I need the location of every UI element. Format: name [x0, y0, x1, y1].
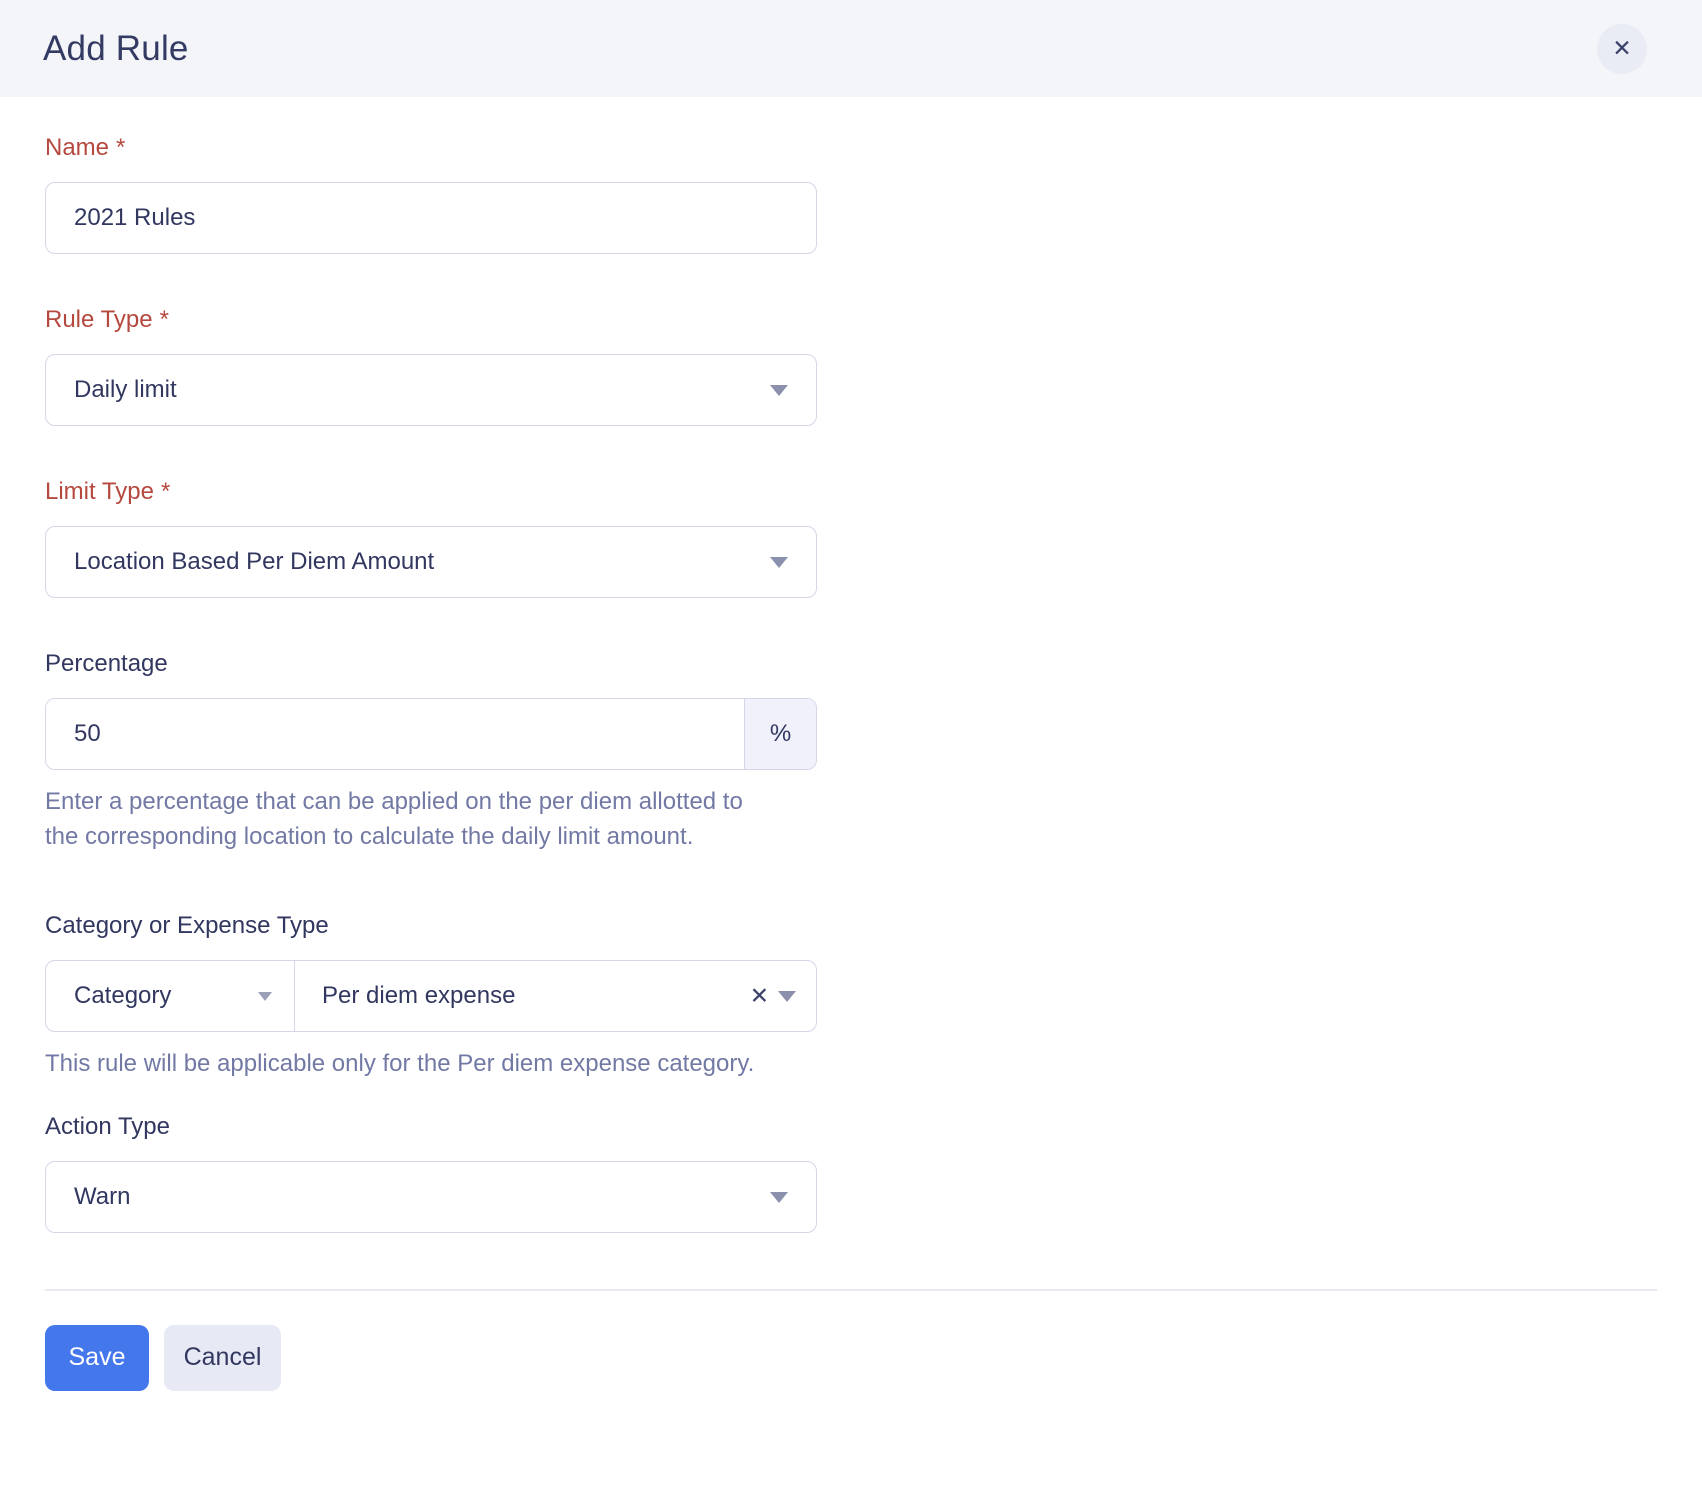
chevron-down-icon	[770, 1192, 788, 1203]
percentage-label: Percentage	[45, 648, 1657, 680]
limit-type-label: Limit Type*	[45, 476, 1657, 508]
chevron-down-icon	[258, 992, 272, 1001]
action-type-select[interactable]: Warn	[45, 1161, 817, 1233]
percentage-input-wrap: %	[45, 698, 817, 770]
rule-type-label: Rule Type*	[45, 304, 1657, 336]
percentage-input[interactable]	[46, 699, 744, 769]
category-type-select[interactable]: Category	[46, 961, 295, 1031]
action-type-field-group: Action Type Warn	[45, 1111, 1657, 1233]
save-button[interactable]: Save	[45, 1325, 149, 1391]
limit-type-selected-value: Location Based Per Diem Amount	[74, 548, 434, 576]
chevron-down-icon	[770, 385, 788, 396]
limit-type-field-group: Limit Type* Location Based Per Diem Amou…	[45, 476, 1657, 598]
required-asterisk: *	[160, 306, 169, 333]
close-button[interactable]: ✕	[1597, 24, 1647, 74]
category-help-text: This rule will be applicable only for th…	[45, 1046, 780, 1081]
category-label: Category or Expense Type	[45, 910, 1657, 942]
close-icon: ✕	[1612, 37, 1631, 60]
required-asterisk: *	[161, 478, 170, 505]
chevron-down-icon	[778, 991, 796, 1002]
footer-divider	[45, 1289, 1657, 1291]
dialog-header: Add Rule ✕	[0, 0, 1702, 97]
cancel-button[interactable]: Cancel	[164, 1325, 281, 1391]
category-combo: Category Per diem expense ✕	[45, 960, 817, 1032]
page-title: Add Rule	[43, 29, 189, 69]
name-field-group: Name*	[45, 132, 1657, 254]
required-asterisk: *	[116, 134, 125, 161]
percentage-field-group: Percentage % Enter a percentage that can…	[45, 648, 1657, 854]
category-selected-value: Per diem expense	[322, 982, 515, 1010]
limit-type-select[interactable]: Location Based Per Diem Amount	[45, 526, 817, 598]
rule-type-field-group: Rule Type* Daily limit	[45, 304, 1657, 426]
name-label: Name*	[45, 132, 1657, 164]
clear-selection-icon[interactable]: ✕	[750, 985, 769, 1008]
dialog-body: Name* Rule Type* Daily limit Limit Type*…	[0, 97, 1702, 1419]
chevron-down-icon	[770, 557, 788, 568]
footer-actions: Save Cancel	[45, 1325, 1657, 1419]
rule-type-select[interactable]: Daily limit	[45, 354, 817, 426]
category-type-selected-value: Category	[74, 982, 171, 1010]
percentage-help-text: Enter a percentage that can be applied o…	[45, 784, 780, 854]
category-field-group: Category or Expense Type Category Per di…	[45, 910, 1657, 1081]
rule-type-selected-value: Daily limit	[74, 376, 177, 404]
name-input[interactable]	[45, 182, 817, 254]
category-value-select[interactable]: Per diem expense ✕	[295, 961, 816, 1031]
action-type-selected-value: Warn	[74, 1183, 130, 1211]
action-type-label: Action Type	[45, 1111, 1657, 1143]
percentage-suffix: %	[744, 699, 816, 769]
